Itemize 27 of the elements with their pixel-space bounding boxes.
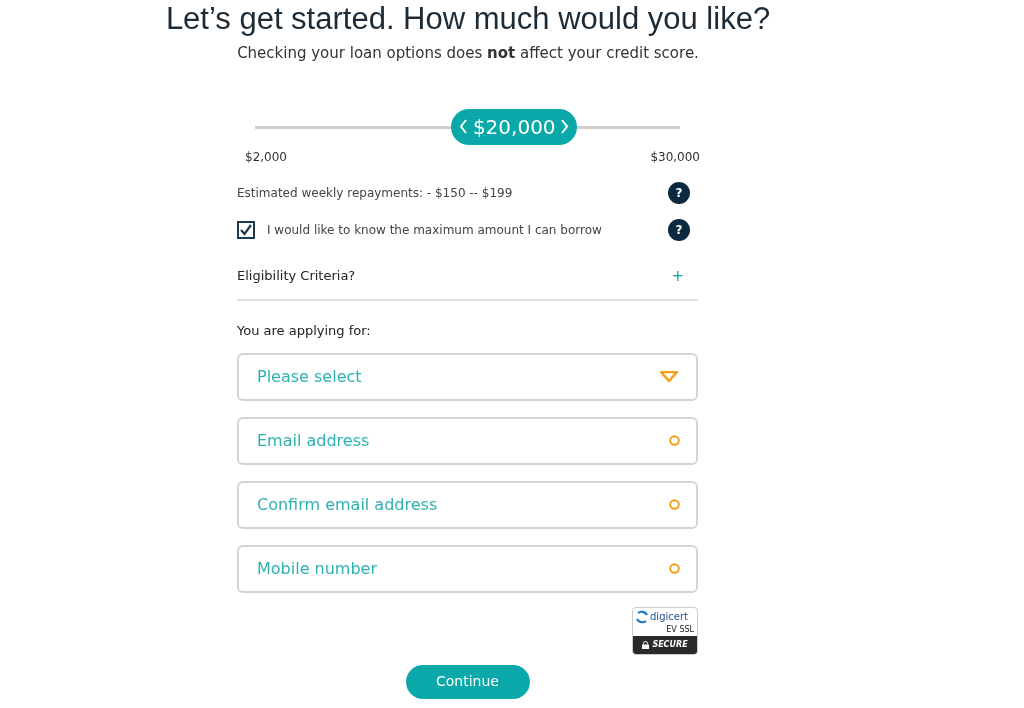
required-indicator-icon [669,434,680,446]
input-field[interactable]: Mobile number [237,544,698,593]
checkbox-label: I would like to know the maximum amount I can borrow [267,221,603,239]
slider-value: $20,000 [472,113,556,141]
chevron-right-icon [560,119,570,134]
slider-max-label: $30,000 [650,148,700,166]
seal-status: SECURE [652,638,688,651]
required-indicator-icon [669,562,680,574]
page-heading: Let’s get started. How much would you like? [165,0,771,38]
seal-brand: digicert [650,611,688,622]
select-placeholder: Please select [257,365,363,388]
chevron-left-icon [459,119,469,134]
seal-line: EV SSL [666,623,695,636]
applying-for-label: You are applying for: [237,322,372,340]
weekly-repayments-text: Estimated weekly repayments: - $150 -- $199 [237,184,513,202]
dropdown-caret-icon [660,371,678,382]
lock-icon [642,640,650,649]
help-icon[interactable]: ? [668,181,690,204]
credit-score-note: Checking your loan options does not affect your credit score. [237,43,699,64]
input-field[interactable]: Email address [237,416,698,465]
checkbox[interactable] [237,220,255,239]
circular-arrows-icon [635,609,649,624]
help-icon[interactable]: ? [668,218,690,241]
eligibility-toggle[interactable]: Eligibility Criteria? + [237,264,698,301]
required-indicator-icon [669,498,680,510]
input-field[interactable]: Confirm email address [237,480,698,529]
slider-min-label: $2,000 [245,148,287,166]
